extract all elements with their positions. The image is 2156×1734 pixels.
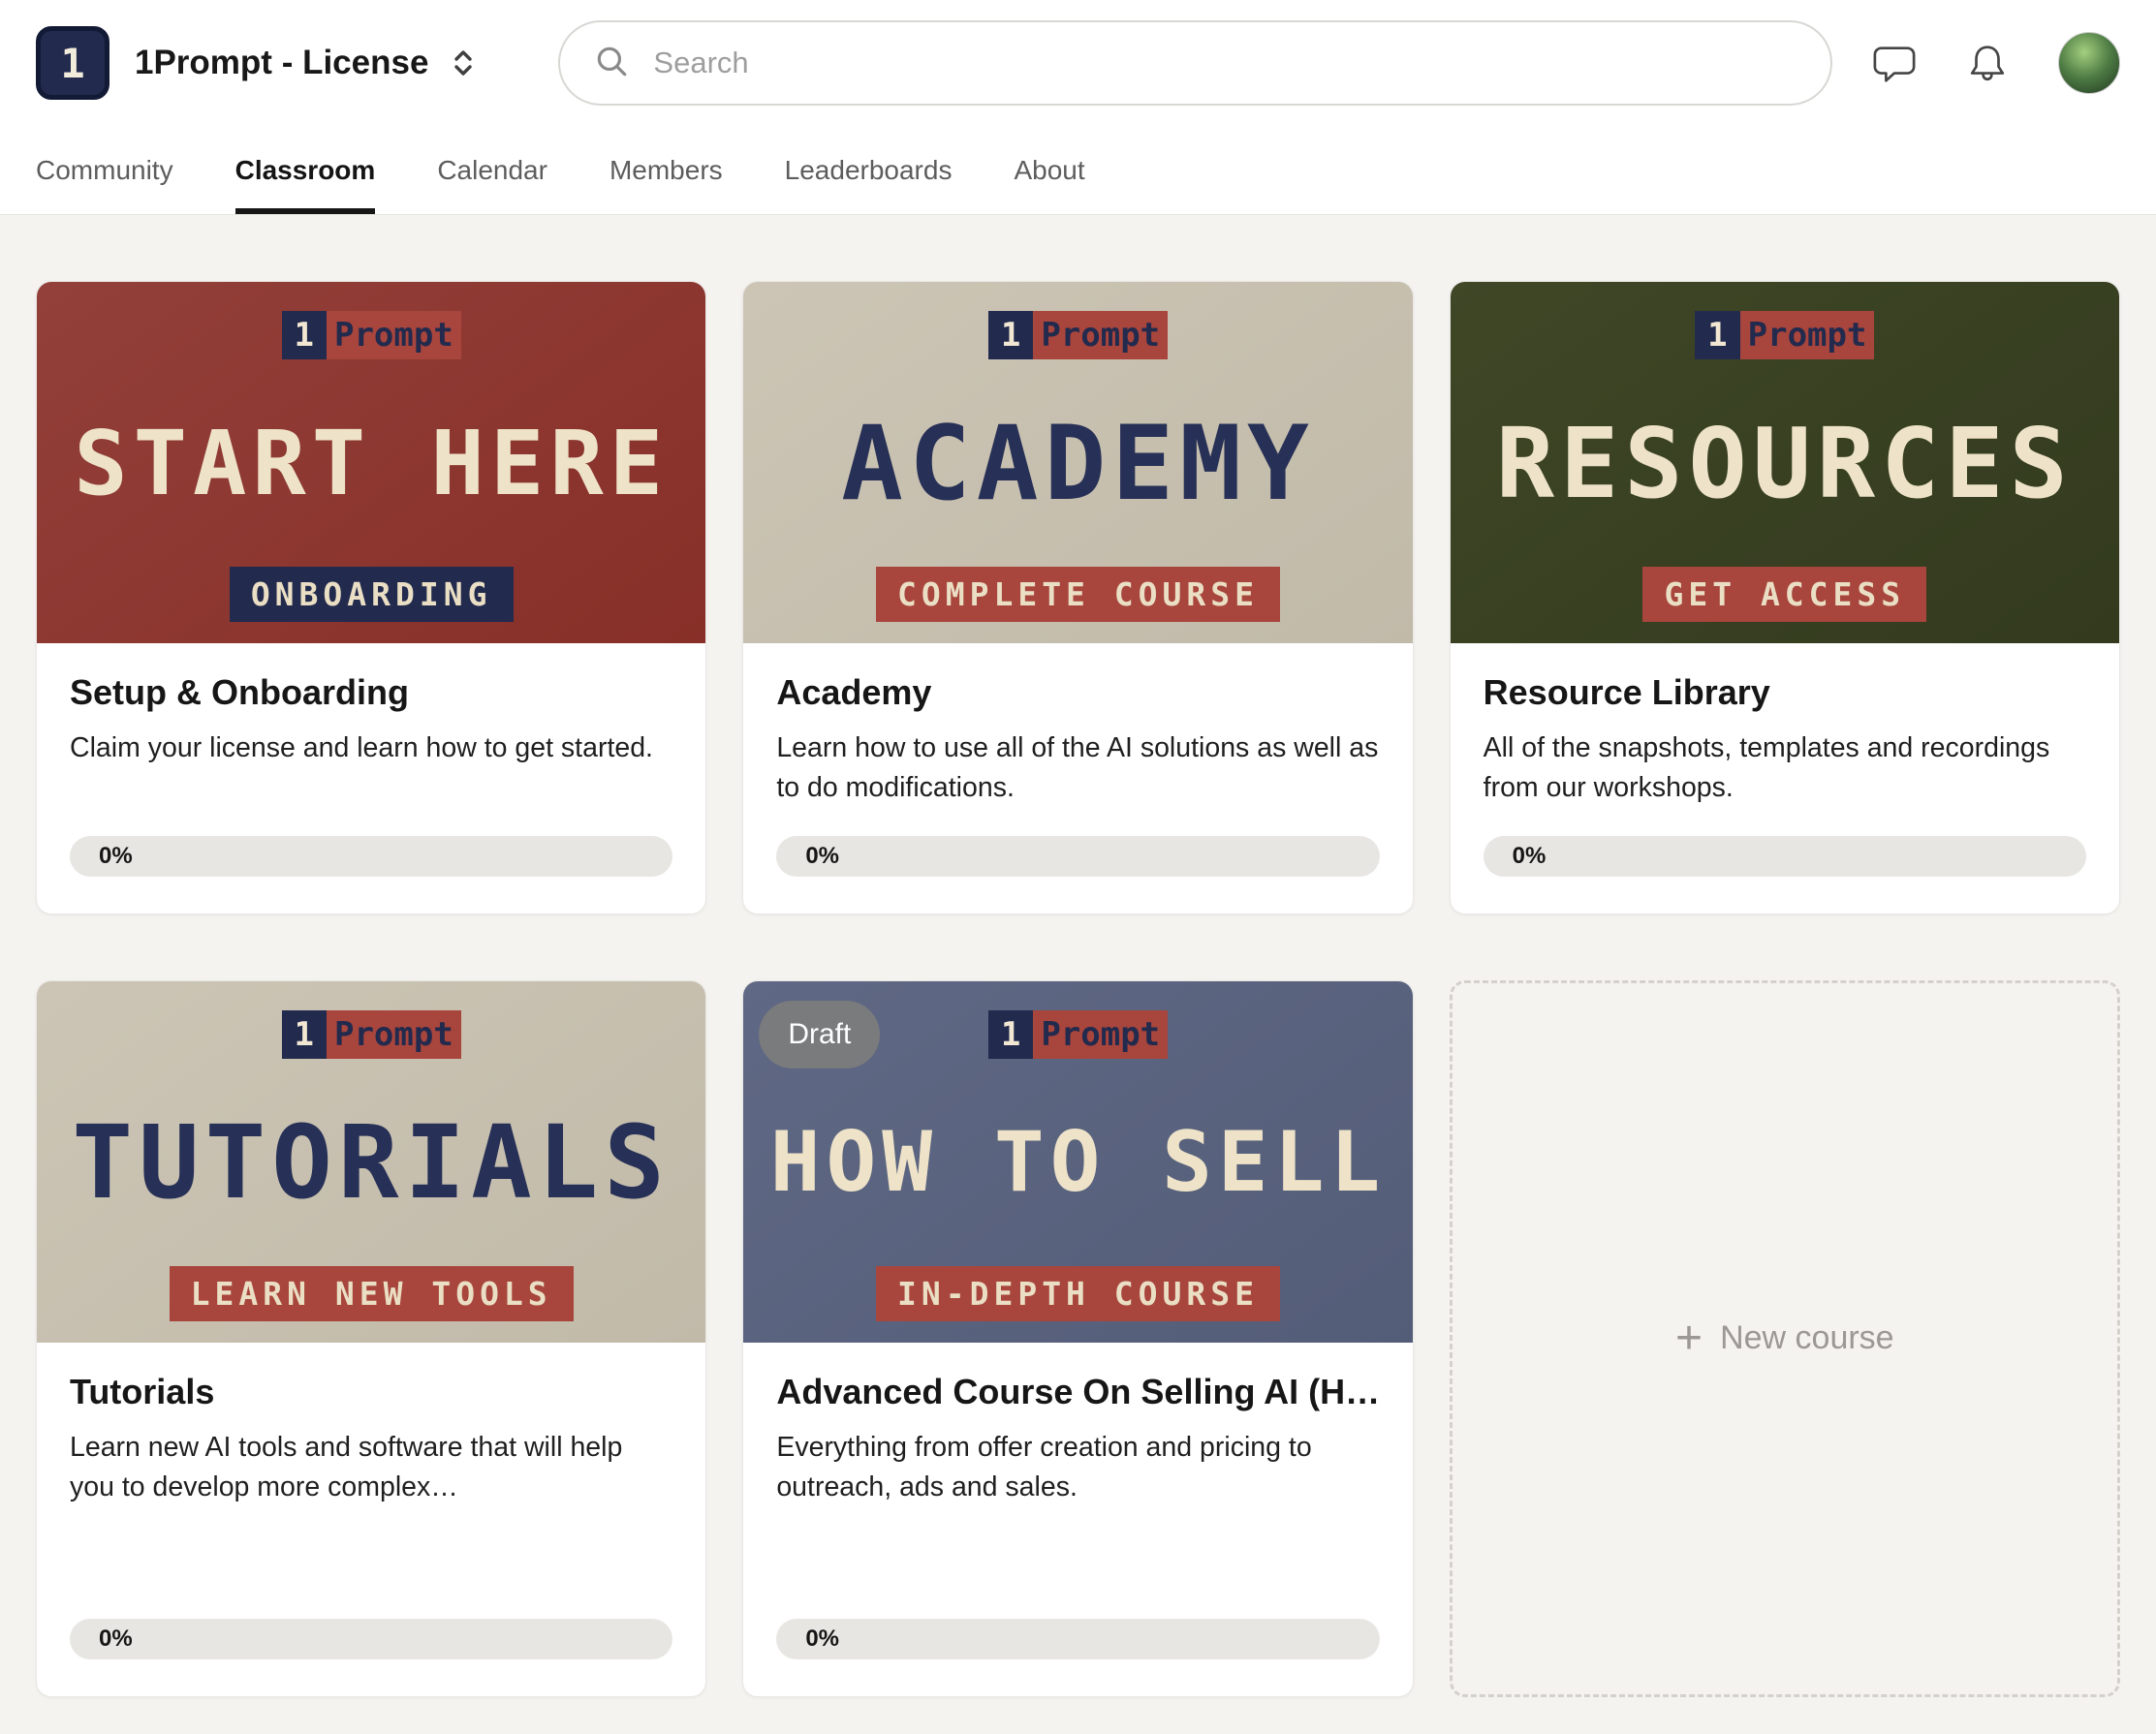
banner-brand-badge: 1 Prompt (988, 1010, 1168, 1059)
brand-name: Prompt (1033, 311, 1168, 359)
banner-brand-badge: 1 Prompt (282, 1010, 461, 1059)
course-progress-value: 0% (1513, 843, 1547, 870)
course-name: Academy (776, 672, 1379, 713)
course-card-setup-onboarding[interactable]: 1 Prompt START HERE ONBOARDING Setup & O… (36, 281, 706, 914)
course-description: Everything from offer creation and prici… (776, 1428, 1379, 1592)
brand-name: Prompt (327, 1010, 461, 1059)
course-progress-value: 0% (99, 1626, 133, 1653)
course-name: Tutorials (70, 1372, 672, 1412)
tab-members[interactable]: Members (609, 126, 723, 214)
notifications-bell-icon[interactable] (1965, 41, 2010, 85)
community-logo-text: 1 (60, 40, 84, 87)
course-description: Claim your license and learn how to get … (70, 728, 672, 809)
brand-name: Prompt (1033, 1010, 1168, 1059)
course-progress-value: 0% (99, 843, 133, 870)
course-progress-bar: 0% (776, 836, 1379, 877)
course-progress-value: 0% (805, 1626, 839, 1653)
course-name: Setup & Onboarding (70, 672, 672, 713)
new-course-label: New course (1720, 1319, 1894, 1357)
banner-title: ACADEMY (841, 404, 1315, 523)
brand-one-mark: 1 (282, 311, 327, 359)
course-card-body: Advanced Course On Selling AI (H… Everyt… (743, 1343, 1412, 1696)
course-card-body: Setup & Onboarding Claim your license an… (37, 643, 705, 913)
banner-tag: ONBOARDING (230, 567, 514, 622)
search-icon (593, 43, 630, 84)
tab-community[interactable]: Community (36, 126, 173, 214)
brand-one-mark: 1 (282, 1010, 327, 1059)
tab-leaderboards[interactable]: Leaderboards (785, 126, 953, 214)
course-banner: Draft 1 Prompt HOW TO SELL IN-DEPTH COUR… (743, 981, 1412, 1343)
course-banner: 1 Prompt RESOURCES GET ACCESS (1451, 282, 2119, 643)
banner-tag: COMPLETE COURSE (876, 567, 1280, 622)
draft-badge: Draft (759, 1001, 880, 1068)
brand-one-mark: 1 (988, 311, 1033, 359)
course-card-body: Tutorials Learn new AI tools and softwar… (37, 1343, 705, 1696)
course-card-body: Resource Library All of the snapshots, t… (1451, 643, 2119, 913)
banner-tag: IN-DEPTH COURSE (876, 1266, 1280, 1321)
tab-about[interactable]: About (1014, 126, 1084, 214)
topbar: 1 1Prompt - License (0, 0, 2156, 126)
brand-name: Prompt (327, 311, 461, 359)
course-progress-bar: 0% (70, 836, 672, 877)
course-banner: 1 Prompt ACADEMY COMPLETE COURSE (743, 282, 1412, 643)
course-card-academy[interactable]: 1 Prompt ACADEMY COMPLETE COURSE Academy… (742, 281, 1413, 914)
banner-title: TUTORIALS (72, 1103, 671, 1222)
community-tabs: Community Classroom Calendar Members Lea… (0, 126, 2156, 215)
banner-brand-badge: 1 Prompt (1695, 311, 1874, 359)
course-banner: 1 Prompt START HERE ONBOARDING (37, 282, 705, 643)
course-progress-value: 0% (805, 843, 839, 870)
banner-tag: GET ACCESS (1642, 567, 1926, 622)
plus-icon: + (1675, 1316, 1703, 1362)
course-progress-bar: 0% (70, 1619, 672, 1659)
tab-calendar[interactable]: Calendar (437, 126, 547, 214)
search-input[interactable] (653, 46, 1797, 80)
brand-one-mark: 1 (988, 1010, 1033, 1059)
course-progress-bar: 0% (1484, 836, 2086, 877)
brand-name: Prompt (1740, 311, 1875, 359)
community-title: 1Prompt - License (135, 44, 428, 82)
user-avatar[interactable] (2058, 32, 2120, 94)
search-bar[interactable] (558, 20, 1832, 106)
course-description: Learn how to use all of the AI solutions… (776, 728, 1379, 809)
banner-brand-badge: 1 Prompt (988, 311, 1168, 359)
community-switcher-icon[interactable] (446, 46, 481, 80)
banner-title: HOW TO SELL (770, 1114, 1387, 1211)
course-progress-bar: 0% (776, 1619, 1379, 1659)
banner-title: RESOURCES (1496, 407, 2074, 520)
course-name: Advanced Course On Selling AI (H… (776, 1372, 1379, 1412)
course-description: Learn new AI tools and software that wil… (70, 1428, 672, 1592)
course-banner: 1 Prompt TUTORIALS LEARN NEW TOOLS (37, 981, 705, 1343)
course-card-tutorials[interactable]: 1 Prompt TUTORIALS LEARN NEW TOOLS Tutor… (36, 980, 706, 1697)
banner-title: START HERE (74, 412, 669, 515)
course-name: Resource Library (1484, 672, 2086, 713)
community-logo[interactable]: 1 (36, 26, 109, 100)
chat-icon[interactable] (1872, 41, 1917, 85)
course-card-resource-library[interactable]: 1 Prompt RESOURCES GET ACCESS Resource L… (1450, 281, 2120, 914)
course-description: All of the snapshots, templates and reco… (1484, 728, 2086, 809)
course-card-how-to-sell[interactable]: Draft 1 Prompt HOW TO SELL IN-DEPTH COUR… (742, 980, 1413, 1697)
course-grid: 1 Prompt START HERE ONBOARDING Setup & O… (0, 215, 2156, 1734)
tab-classroom[interactable]: Classroom (235, 126, 376, 214)
new-course-button[interactable]: + New course (1450, 980, 2120, 1697)
topbar-right-icons (1872, 32, 2120, 94)
banner-brand-badge: 1 Prompt (282, 311, 461, 359)
banner-tag: LEARN NEW TOOLS (170, 1266, 574, 1321)
brand-one-mark: 1 (1695, 311, 1739, 359)
course-card-body: Academy Learn how to use all of the AI s… (743, 643, 1412, 913)
